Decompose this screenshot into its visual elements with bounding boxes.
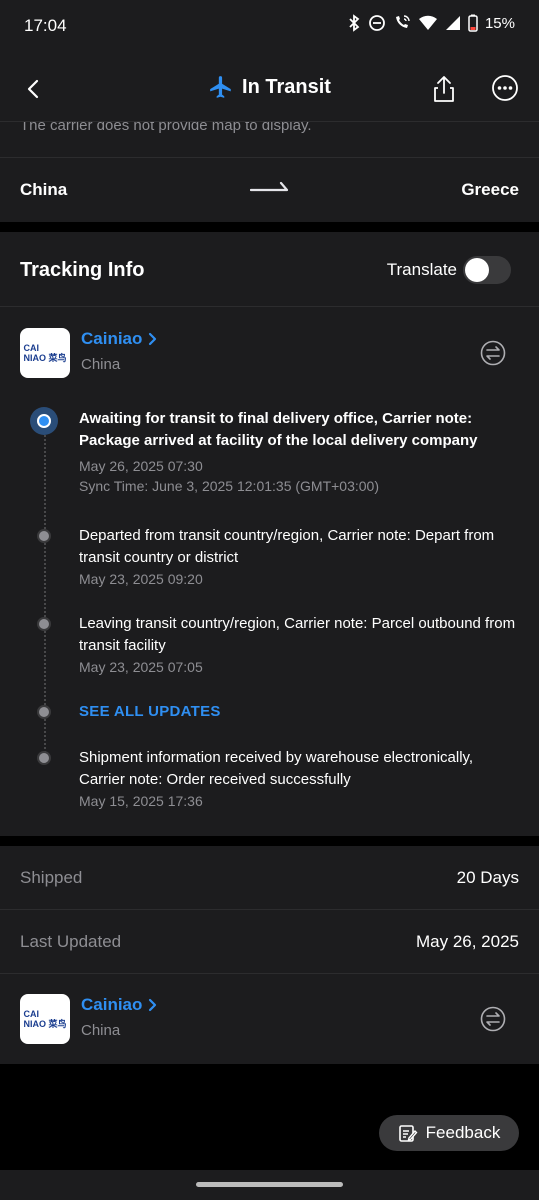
carrier-logo[interactable]: CAI NIAO 菜鸟 bbox=[20, 994, 70, 1044]
carrier-name-link[interactable]: Cainiao bbox=[81, 995, 158, 1015]
status-icons: 15% bbox=[347, 14, 515, 32]
tracking-event: Awaiting for transit to final delivery o… bbox=[79, 408, 519, 496]
tracking-info-title: Tracking Info bbox=[20, 259, 145, 281]
divider bbox=[0, 909, 539, 910]
tracking-info-card: Tracking Info Translate CAI NIAO 菜鸟 Cain… bbox=[0, 232, 539, 836]
feedback-label: Feedback bbox=[425, 1123, 501, 1142]
logo-line-1: CAI bbox=[23, 1009, 39, 1019]
edit-note-icon bbox=[398, 1125, 418, 1142]
home-indicator[interactable] bbox=[196, 1182, 343, 1187]
translate-toggle[interactable] bbox=[463, 256, 511, 284]
timeline-dot bbox=[37, 751, 51, 765]
battery-percent: 15% bbox=[484, 14, 515, 32]
wifi-call-icon bbox=[395, 15, 410, 28]
status-time: 17:04 bbox=[24, 16, 67, 35]
divider bbox=[0, 157, 539, 158]
shipment-summary-card: Shipped 20 Days Last Updated May 26, 202… bbox=[0, 846, 539, 1064]
carrier-logo[interactable]: CAI NIAO 菜鸟 bbox=[20, 328, 70, 378]
event-time: May 23, 2025 07:05 bbox=[79, 659, 203, 675]
timeline-dot bbox=[37, 617, 51, 631]
navigation-bar bbox=[0, 1170, 539, 1200]
more-horizontal-icon bbox=[492, 75, 518, 101]
chevron-right-icon bbox=[149, 998, 157, 1012]
switch-carrier-button[interactable] bbox=[480, 1006, 506, 1032]
carrier-name: Cainiao bbox=[81, 329, 143, 348]
signal-icon bbox=[445, 16, 460, 30]
route-card: The carrier does not provide map to disp… bbox=[0, 122, 539, 222]
timeline-dot bbox=[37, 529, 51, 543]
event-description: Leaving transit country/region, Carrier … bbox=[79, 615, 516, 654]
carrier-logo-text: CAI NIAO 菜鸟 bbox=[23, 343, 66, 363]
carrier-country: China bbox=[81, 356, 121, 373]
logo-line-2: NIAO 菜鸟 bbox=[23, 1019, 67, 1029]
timeline-dot-current bbox=[30, 407, 58, 435]
timeline-dot bbox=[37, 705, 51, 719]
event-time: May 26, 2025 07:30 bbox=[79, 458, 203, 474]
event-time: May 15, 2025 17:36 bbox=[79, 793, 203, 809]
event-description: Departed from transit country/region, Ca… bbox=[79, 527, 495, 566]
destination-country: Greece bbox=[461, 180, 519, 199]
map-unavailable-note: The carrier does not provide map to disp… bbox=[20, 122, 312, 134]
chevron-right-icon bbox=[149, 332, 157, 346]
do-not-disturb-icon bbox=[369, 15, 385, 31]
wifi-icon bbox=[418, 15, 437, 30]
shipped-value: 20 Days bbox=[456, 868, 519, 887]
swap-icon bbox=[480, 1006, 506, 1032]
page-title: In Transit bbox=[242, 75, 331, 98]
event-time: May 23, 2025 09:20 bbox=[79, 571, 203, 587]
battery-icon bbox=[468, 14, 478, 32]
app-header: In Transit bbox=[0, 54, 539, 122]
event-sync-time: Sync Time: June 3, 2025 12:01:35 (GMT+03… bbox=[79, 478, 380, 494]
translate-label: Translate bbox=[386, 260, 457, 279]
logo-line-1: CAI bbox=[23, 343, 39, 353]
event-description: Shipment information received by warehou… bbox=[79, 749, 474, 788]
last-updated-value: May 26, 2025 bbox=[415, 932, 519, 951]
logo-line-2: NIAO 菜鸟 bbox=[23, 353, 67, 363]
carrier-name-link[interactable]: Cainiao bbox=[81, 329, 158, 349]
last-updated-label: Last Updated bbox=[20, 932, 122, 951]
share-icon bbox=[434, 76, 454, 102]
airplane-icon bbox=[210, 76, 231, 98]
divider bbox=[0, 306, 539, 307]
shipped-label: Shipped bbox=[20, 868, 83, 887]
tracking-event: Leaving transit country/region, Carrier … bbox=[79, 613, 519, 677]
bluetooth-icon bbox=[349, 14, 360, 32]
carrier-country: China bbox=[81, 1022, 121, 1039]
share-button[interactable] bbox=[429, 73, 459, 105]
carrier-logo-text: CAI NIAO 菜鸟 bbox=[23, 1009, 66, 1029]
origin-country: China bbox=[20, 180, 68, 199]
toggle-knob bbox=[465, 258, 489, 282]
swap-icon bbox=[480, 340, 506, 366]
event-description: Awaiting for transit to final delivery o… bbox=[79, 410, 478, 449]
status-bar: 17:04 15% bbox=[0, 0, 539, 54]
route-plane-icon bbox=[250, 181, 289, 192]
tracking-event: Departed from transit country/region, Ca… bbox=[79, 525, 519, 589]
feedback-button[interactable]: Feedback bbox=[379, 1115, 519, 1151]
see-all-updates-link[interactable]: SEE ALL UPDATES bbox=[79, 703, 221, 720]
divider bbox=[0, 973, 539, 974]
tracking-event: Shipment information received by warehou… bbox=[79, 747, 519, 811]
carrier-name: Cainiao bbox=[81, 995, 143, 1014]
more-options-button[interactable] bbox=[491, 74, 519, 102]
switch-carrier-button[interactable] bbox=[480, 340, 506, 366]
